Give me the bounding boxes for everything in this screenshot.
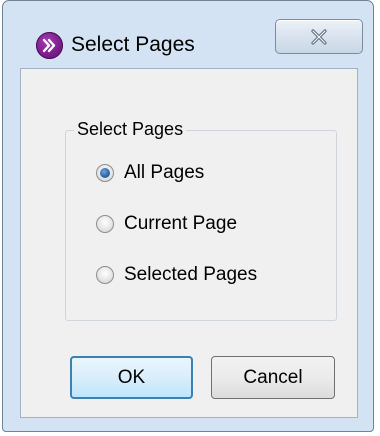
- radio-label-current-page: Current Page: [124, 213, 238, 234]
- group-legend: Select Pages: [74, 119, 187, 140]
- radio-button[interactable]: [96, 266, 114, 284]
- ok-button[interactable]: OK: [70, 356, 193, 399]
- dialog-window: Select Pages Select Pages All Pages Curr…: [2, 0, 374, 432]
- close-button[interactable]: [275, 19, 363, 54]
- radio-all-pages[interactable]: All Pages: [96, 160, 204, 186]
- radio-current-page[interactable]: Current Page: [96, 211, 237, 237]
- close-icon: [311, 29, 327, 45]
- radio-label-selected-pages: Selected Pages: [124, 264, 258, 285]
- dialog-title: Select Pages: [71, 33, 195, 56]
- radio-button[interactable]: [96, 215, 114, 233]
- radio-selected-pages[interactable]: Selected Pages: [96, 262, 257, 288]
- cancel-button[interactable]: Cancel: [211, 356, 335, 399]
- radio-button-checked[interactable]: [96, 164, 114, 182]
- select-pages-group: Select Pages All Pages Current Page Sele…: [65, 119, 337, 321]
- dialog-body: Select Pages All Pages Current Page Sele…: [20, 68, 358, 418]
- title-bar[interactable]: Select Pages: [3, 1, 373, 71]
- app-icon: [36, 32, 63, 59]
- radio-label-all-pages: All Pages: [124, 162, 205, 183]
